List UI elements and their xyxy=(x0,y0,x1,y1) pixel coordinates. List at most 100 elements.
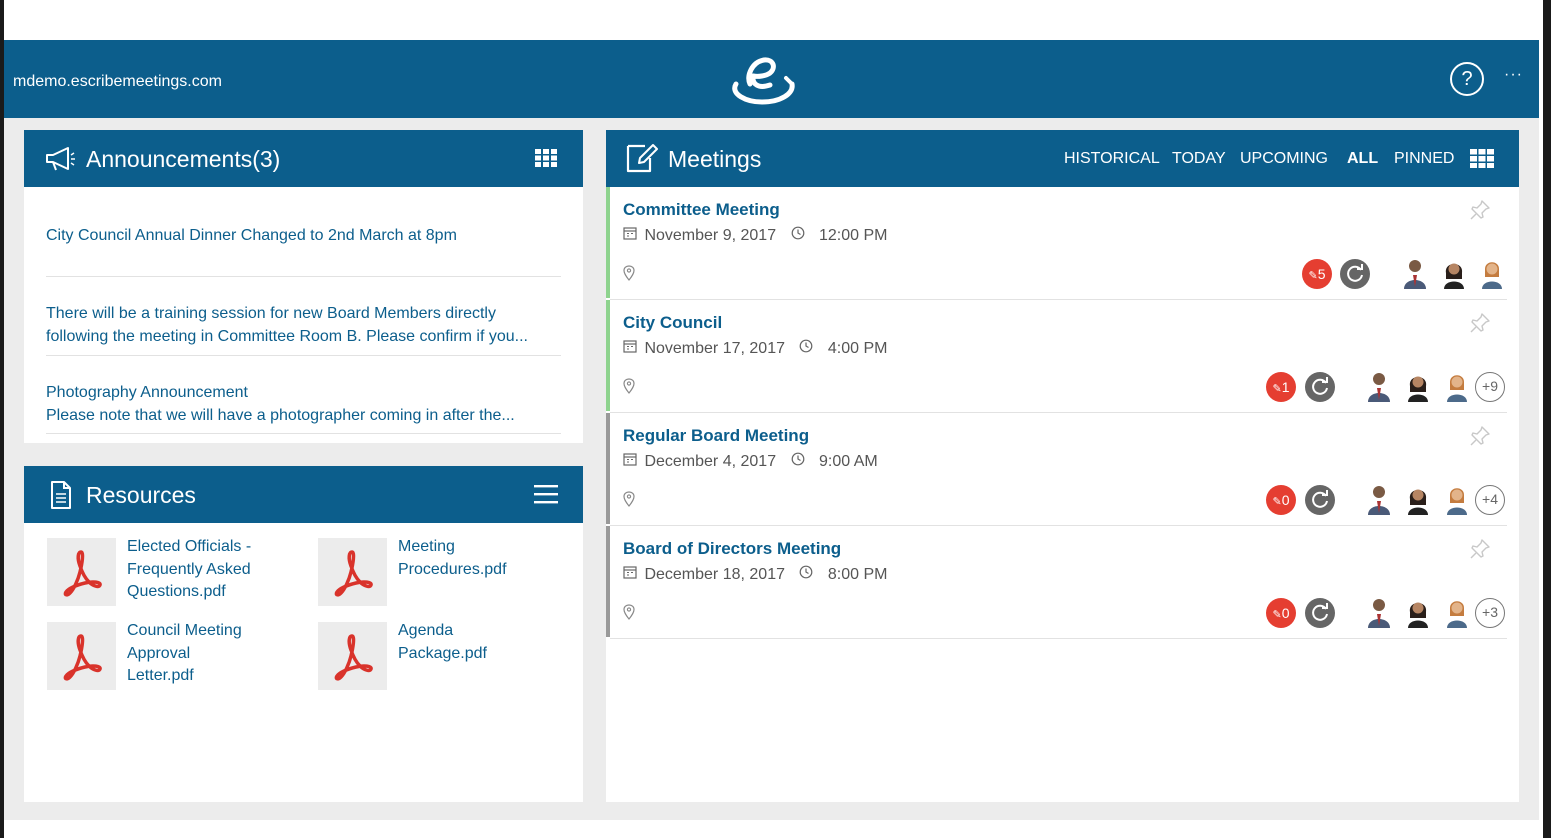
screen: mdemo.escribemeetings.com ? ··· Announce… xyxy=(0,0,1551,838)
meeting-title[interactable]: Regular Board Meeting xyxy=(623,426,809,446)
location-pin-icon[interactable] xyxy=(623,265,635,281)
announcements-panel: Announcements(3) City Council Annual Din… xyxy=(24,130,583,443)
announcements-title: Announcements(3) xyxy=(86,146,281,172)
resource-name: Elected Officials - Frequently Asked Que… xyxy=(127,538,252,600)
announcement-item[interactable]: There will be a training session for new… xyxy=(46,302,561,348)
meeting-date: November 9, 2017 xyxy=(644,226,777,244)
meeting-title[interactable]: Committee Meeting xyxy=(623,200,780,220)
meeting-title[interactable]: City Council xyxy=(623,313,722,333)
announcement-text: City Council Annual Dinner Changed to 2n… xyxy=(46,227,457,244)
meeting-row[interactable]: Regular Board Meeting December 4, 2017 9… xyxy=(606,413,1509,526)
meeting-date: December 18, 2017 xyxy=(644,565,785,583)
help-button[interactable]: ? xyxy=(1450,62,1484,96)
announcement-title: Photography Announcement xyxy=(46,384,248,401)
meeting-datetime: November 17, 2017 4:00 PM xyxy=(623,339,887,358)
meeting-title[interactable]: Board of Directors Meeting xyxy=(623,539,841,559)
tab-all[interactable]: ALL xyxy=(1347,150,1378,168)
resources-panel: Resources Elected Officials - Frequently… xyxy=(24,466,583,802)
attachment-icon: ✎ xyxy=(1272,609,1282,621)
meeting-row[interactable]: City Council November 17, 2017 4:00 PM ✎… xyxy=(606,300,1509,413)
meeting-time: 12:00 PM xyxy=(819,226,888,244)
escribe-logo-icon xyxy=(732,57,795,105)
meeting-status-bar xyxy=(606,187,610,298)
resource-item[interactable]: Meeting Procedures.pdf xyxy=(318,536,578,616)
meeting-row[interactable]: Board of Directors Meeting December 18, … xyxy=(606,526,1509,639)
attendee-avatar[interactable] xyxy=(1477,257,1507,289)
attendee-avatar[interactable] xyxy=(1403,483,1433,515)
resource-item[interactable]: Elected Officials - Frequently Asked Que… xyxy=(47,536,307,616)
calendar-icon xyxy=(623,339,637,358)
attachment-count-badge[interactable]: ✎1 xyxy=(1266,372,1296,402)
refresh-status-badge[interactable] xyxy=(1305,485,1335,515)
app-window: mdemo.escribemeetings.com ? ··· Announce… xyxy=(4,40,1539,820)
announcement-item[interactable]: Photography Announcement Please note tha… xyxy=(46,381,561,427)
attendee-avatar[interactable] xyxy=(1439,257,1469,289)
attachment-icon: ✎ xyxy=(1272,496,1282,508)
pdf-file-icon xyxy=(318,538,387,606)
attendee-avatar[interactable] xyxy=(1403,596,1433,628)
refresh-icon xyxy=(1312,377,1328,395)
pin-icon[interactable] xyxy=(1468,424,1492,448)
resource-name: Agenda Package.pdf xyxy=(398,622,487,662)
refresh-status-badge[interactable] xyxy=(1340,259,1370,289)
meetings-header: Meetings HISTORICAL TODAY UPCOMING ALL P… xyxy=(606,130,1519,187)
list-view-icon[interactable] xyxy=(534,485,558,504)
announcement-text: Please note that we will have a photogra… xyxy=(46,407,515,424)
edit-document-icon xyxy=(626,144,658,173)
tab-upcoming[interactable]: UPCOMING xyxy=(1240,150,1328,168)
meeting-row[interactable]: Committee Meeting November 9, 2017 12:00… xyxy=(606,187,1509,300)
meeting-status-bar xyxy=(606,526,610,637)
attendee-avatar[interactable] xyxy=(1364,483,1394,515)
document-icon xyxy=(51,481,71,509)
pin-icon[interactable] xyxy=(1468,537,1492,561)
attachment-count: 1 xyxy=(1281,379,1290,395)
attendee-avatar[interactable] xyxy=(1400,257,1430,289)
clock-icon xyxy=(799,339,813,358)
top-bar: mdemo.escribemeetings.com ? ··· xyxy=(4,40,1539,118)
attendee-avatar[interactable] xyxy=(1364,596,1394,628)
resource-item[interactable]: Agenda Package.pdf xyxy=(318,620,578,700)
attendee-avatar[interactable] xyxy=(1364,370,1394,402)
refresh-status-badge[interactable] xyxy=(1305,598,1335,628)
meeting-status-bar xyxy=(606,413,610,524)
tab-pinned[interactable]: PINNED xyxy=(1394,150,1454,168)
announcements-header: Announcements(3) xyxy=(24,130,583,187)
more-attendees-count[interactable]: +3 xyxy=(1475,598,1505,628)
attendee-avatar[interactable] xyxy=(1442,596,1472,628)
grid-view-icon[interactable] xyxy=(1470,149,1494,168)
divider xyxy=(46,355,561,356)
attendee-avatar[interactable] xyxy=(1442,370,1472,402)
meeting-datetime: December 18, 2017 8:00 PM xyxy=(623,565,887,584)
meeting-status-bar xyxy=(606,300,610,411)
meeting-time: 4:00 PM xyxy=(827,339,888,357)
refresh-status-badge[interactable] xyxy=(1305,372,1335,402)
attachment-count-badge[interactable]: ✎0 xyxy=(1266,598,1296,628)
attachment-icon: ✎ xyxy=(1272,383,1282,395)
tab-today[interactable]: TODAY xyxy=(1172,150,1226,168)
tab-historical[interactable]: HISTORICAL xyxy=(1064,150,1160,168)
more-menu-button[interactable]: ··· xyxy=(1504,66,1523,84)
resource-name: Meeting Procedures.pdf xyxy=(398,538,507,578)
location-pin-icon[interactable] xyxy=(623,378,635,394)
resource-item[interactable]: Council Meeting Approval Letter.pdf xyxy=(47,620,307,700)
more-attendees-count[interactable]: +4 xyxy=(1475,485,1505,515)
attachment-count: 0 xyxy=(1281,492,1290,508)
calendar-icon xyxy=(623,452,637,471)
attendee-avatar[interactable] xyxy=(1442,483,1472,515)
megaphone-icon xyxy=(46,147,75,171)
meetings-title: Meetings xyxy=(668,146,762,172)
location-pin-icon[interactable] xyxy=(623,491,635,507)
announcement-text: There will be a training session for new… xyxy=(46,305,528,345)
attendee-avatar[interactable] xyxy=(1403,370,1433,402)
location-pin-icon[interactable] xyxy=(623,604,635,620)
more-attendees-count[interactable]: +9 xyxy=(1475,372,1505,402)
announcement-item[interactable]: City Council Annual Dinner Changed to 2n… xyxy=(46,224,561,247)
divider xyxy=(46,276,561,277)
meetings-panel: Meetings HISTORICAL TODAY UPCOMING ALL P… xyxy=(606,130,1519,802)
pin-icon[interactable] xyxy=(1468,198,1492,222)
attachment-count-badge[interactable]: ✎0 xyxy=(1266,485,1296,515)
pdf-file-icon xyxy=(318,622,387,690)
attachment-count-badge[interactable]: ✎5 xyxy=(1302,259,1332,289)
pin-icon[interactable] xyxy=(1468,311,1492,335)
grid-view-icon[interactable] xyxy=(535,149,557,167)
